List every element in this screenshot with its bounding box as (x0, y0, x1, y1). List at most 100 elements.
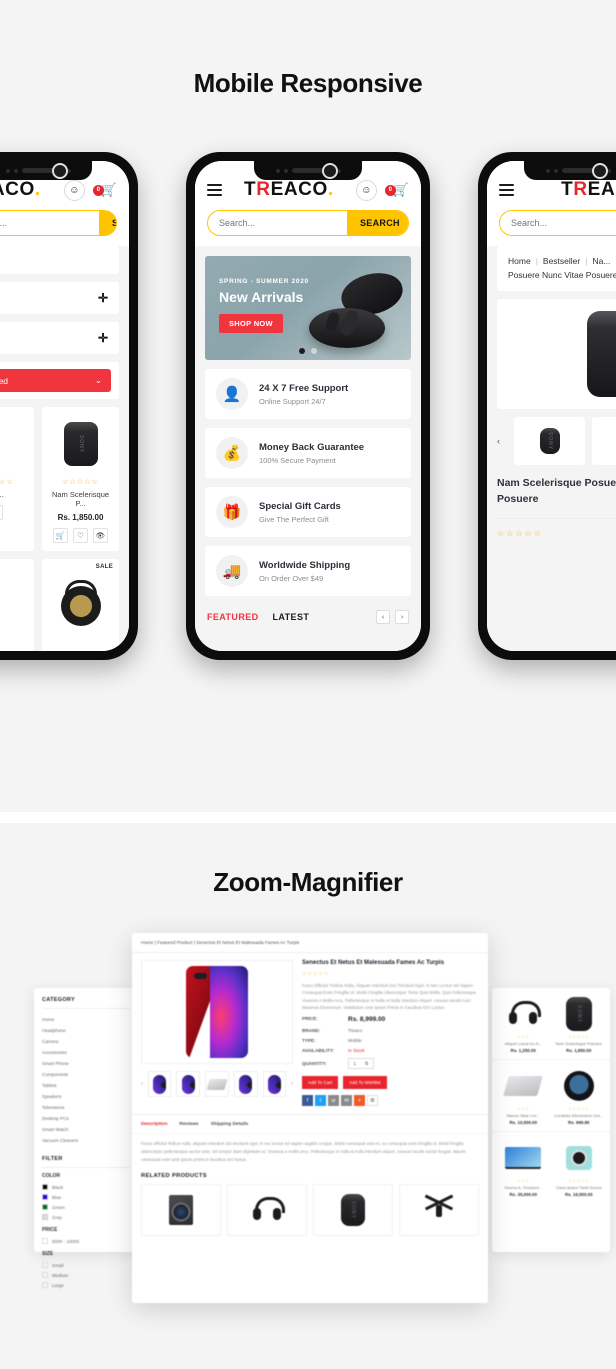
next-arrow-icon[interactable]: › (395, 610, 409, 624)
tab-shipping-details[interactable]: Shipping Details (211, 1122, 249, 1127)
breadcrumb-next[interactable]: Na... (592, 256, 610, 266)
search-bar[interactable]: SEARCH (0, 210, 117, 236)
quantity-stepper[interactable]: 1 ⇅ (348, 1058, 374, 1070)
product-card[interactable]: ☆☆☆ Aliquet Lacus Eu A... Rs. 1,250.00 (498, 994, 549, 1053)
search-bar[interactable]: SEARCH (207, 210, 409, 236)
product-card[interactable] (0, 558, 34, 651)
checkbox-icon[interactable] (42, 1262, 48, 1268)
color-option[interactable]: Green (42, 1202, 130, 1212)
carousel-dot-2[interactable] (311, 348, 317, 354)
menu-icon[interactable] (499, 181, 514, 198)
carousel-dot-1[interactable] (299, 348, 305, 354)
tab-description[interactable]: Description (141, 1122, 167, 1127)
thumbnail-2[interactable] (592, 417, 616, 466)
related-product-card[interactable] (399, 1183, 479, 1236)
quickview-icon[interactable]: 👁 (93, 527, 108, 543)
search-bar[interactable]: SEARCH (499, 210, 616, 236)
size-option[interactable]: Small (42, 1260, 130, 1270)
color-option[interactable]: Gray (42, 1212, 130, 1222)
breadcrumb-bestseller[interactable]: Bestseller (543, 256, 580, 266)
category-item[interactable]: Desktop PCs (42, 1113, 130, 1124)
thumbnail-4[interactable] (233, 1071, 258, 1097)
cart-button[interactable]: 0 🛒 (92, 182, 117, 198)
whatsapp-icon[interactable]: w (328, 1095, 339, 1107)
search-input[interactable] (500, 211, 616, 235)
breadcrumb-featured[interactable]: Featured Product (157, 940, 193, 945)
spec-value: Mobile (348, 1038, 362, 1044)
add-to-cart-button[interactable]: Add To Cart (302, 1076, 339, 1090)
tab-featured[interactable]: FEATURED (207, 612, 259, 622)
color-option[interactable]: Black (42, 1182, 130, 1192)
thumbnail-3[interactable] (205, 1071, 229, 1097)
product-card[interactable]: ☆☆☆☆☆ Curabitur Elementum Gra... Rs. 999… (554, 1066, 605, 1125)
product-main-image[interactable] (497, 299, 616, 410)
category-item[interactable]: Headphone (42, 1025, 130, 1036)
prev-arrow-icon[interactable]: ‹ (497, 436, 507, 446)
shop-now-button[interactable]: SHOP NOW (219, 314, 283, 333)
stepper-arrows-icon[interactable]: ⇅ (365, 1061, 369, 1067)
category-item[interactable]: Accessories (42, 1047, 130, 1058)
breadcrumb-home[interactable]: Home (508, 256, 531, 266)
quickview-icon[interactable]: 👁 (0, 505, 3, 521)
next-arrow-icon[interactable]: › (291, 1081, 293, 1087)
category-item[interactable]: Smart Phone (42, 1058, 130, 1069)
hero-banner[interactable]: SPRING - SUMMER 2020 New Arrivals SHOP N… (205, 256, 411, 360)
category-item[interactable]: Components (42, 1069, 130, 1080)
account-icon[interactable]: ☺ (355, 179, 377, 201)
wishlist-icon[interactable]: ♡ (73, 527, 88, 543)
product-card[interactable]: ☆☆☆☆☆ ent... 👁 (0, 407, 34, 551)
checkbox-icon[interactable] (42, 1238, 48, 1244)
product-card[interactable]: ☆☆☆ Mauris Vitae Cor... Rs. 10,500.00 (498, 1066, 549, 1125)
twitter-icon[interactable]: t (315, 1095, 326, 1107)
thumbnail-2[interactable] (176, 1071, 201, 1097)
category-item[interactable]: Speakers (42, 1091, 130, 1102)
search-button[interactable]: SEARCH (99, 211, 116, 235)
prev-arrow-icon[interactable]: ‹ (376, 610, 390, 624)
filter-accordion-2[interactable]: ✛ (0, 322, 119, 354)
cart-button[interactable]: 0 🛒 (384, 182, 409, 198)
product-card[interactable]: ☆☆☆☆☆ Nam Scelerisque Posuere Rs. 1,850.… (554, 994, 605, 1053)
search-input[interactable] (208, 211, 347, 235)
account-icon[interactable]: ☺ (63, 179, 85, 201)
tab-latest[interactable]: LATEST (273, 612, 310, 622)
search-button[interactable]: SEARCH (347, 211, 408, 235)
product-card[interactable]: SALE (42, 558, 119, 651)
checkbox-icon[interactable] (42, 1282, 48, 1288)
breadcrumb-home[interactable]: Home (141, 940, 153, 945)
email-icon[interactable]: ✉ (341, 1095, 352, 1107)
menu-icon[interactable] (207, 181, 222, 198)
size-option[interactable]: Medium (42, 1270, 130, 1280)
price-option[interactable]: 5000 - 10000 (42, 1236, 130, 1246)
category-item[interactable]: Tablets (42, 1080, 130, 1091)
color-option[interactable]: Blue (42, 1192, 130, 1202)
add-to-wishlist-button[interactable]: Add To Wishlist (343, 1076, 387, 1090)
product-card[interactable]: ☆☆☆☆☆ Class Aptent Taciti Socios Rs. 16,… (554, 1138, 605, 1197)
product-card[interactable]: ☆☆☆ Viverra A, Tincidunt... Rs. 35,000.0… (498, 1138, 549, 1197)
thumbnail-5[interactable] (262, 1071, 287, 1097)
sort-select[interactable]: Featured ⌄ (0, 369, 111, 392)
related-product-card[interactable] (141, 1183, 221, 1236)
product-card[interactable]: ☆☆☆☆☆ Nam Scelerisque P... Rs. 1,850.00 … (42, 407, 119, 551)
product-main-image[interactable] (141, 960, 293, 1064)
spec-value: In Stock (348, 1048, 365, 1054)
size-option[interactable]: Large (42, 1280, 130, 1290)
facebook-icon[interactable]: f (302, 1095, 313, 1107)
tab-reviews[interactable]: Reviews (179, 1122, 198, 1127)
thumbnail-1[interactable] (147, 1071, 172, 1097)
category-item[interactable]: Vacuum Cleaners (42, 1135, 130, 1146)
search-input[interactable] (0, 211, 99, 235)
category-item[interactable]: Smart Watch (42, 1124, 130, 1135)
related-product-card[interactable] (227, 1183, 307, 1236)
plus-icon[interactable]: + (354, 1095, 365, 1107)
category-item[interactable]: Home (42, 1014, 130, 1025)
cart-icon[interactable]: 🛒 (53, 527, 68, 543)
filter-accordion-1[interactable]: ✛ (0, 282, 119, 314)
carousel-dots[interactable] (299, 348, 317, 354)
print-icon[interactable]: ⚙ (367, 1095, 378, 1107)
related-product-card[interactable] (313, 1183, 393, 1236)
category-item[interactable]: Camera (42, 1036, 130, 1047)
category-item[interactable]: Televisions (42, 1102, 130, 1113)
thumbnail-1[interactable] (514, 417, 585, 466)
checkbox-icon[interactable] (42, 1272, 48, 1278)
prev-arrow-icon[interactable]: ‹ (141, 1081, 143, 1087)
